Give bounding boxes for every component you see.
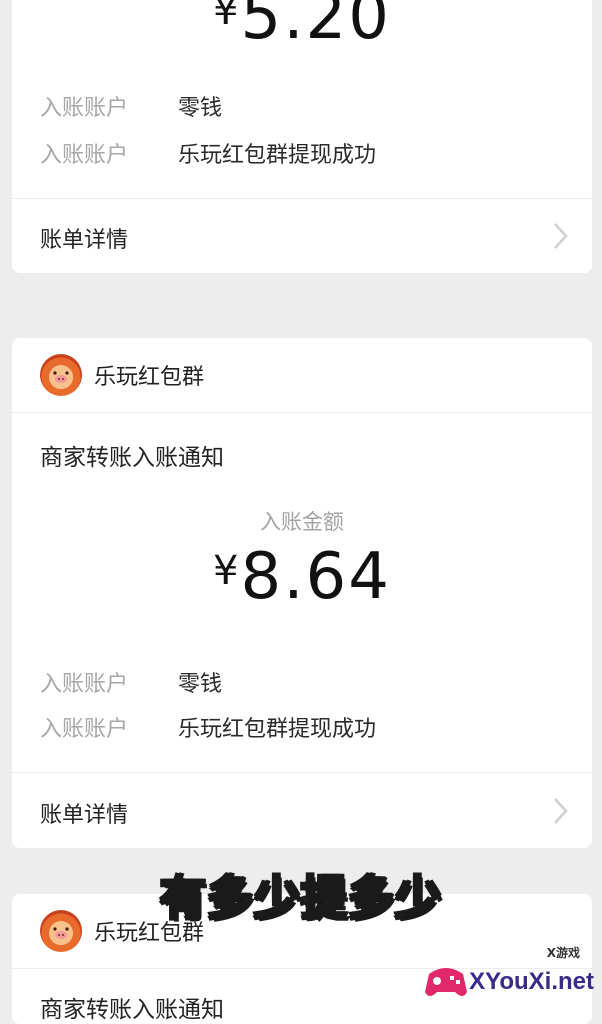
row-key: 入账账户: [40, 672, 129, 697]
currency-symbol: ¥: [213, 548, 239, 594]
avatar-pig-icon: [40, 354, 82, 396]
row-value: 乐玩红包群提现成功: [178, 717, 377, 742]
bill-detail-link[interactable]: 账单详情: [12, 773, 592, 848]
gamepad-logo-icon: [425, 968, 468, 996]
transfer-card-2: 乐玩红包群 商家转账入账通知 入账金额 ¥8.64 入账账户 零钱 入账账户 乐…: [12, 338, 592, 848]
info-row-account: 入账账户 零钱: [40, 90, 222, 122]
info-row-account: 入账账户 零钱: [40, 666, 222, 698]
row-value: 零钱: [178, 96, 223, 121]
info-row-remark: 入账账户 乐玩红包群提现成功: [40, 711, 376, 743]
amount-display: ¥5.20: [12, 0, 592, 54]
bill-detail-label: 账单详情: [40, 803, 129, 828]
currency-symbol: ¥: [213, 0, 239, 34]
sender-name: 乐玩红包群: [94, 365, 205, 390]
video-caption: 有多少提多少: [159, 870, 442, 926]
chevron-right-icon: [554, 798, 568, 824]
amount-display: ¥8.64: [12, 540, 592, 614]
row-value: 乐玩红包群提现成功: [178, 143, 377, 168]
chevron-right-icon: [554, 223, 568, 249]
notice-title: 商家转账入账通知: [40, 997, 224, 1023]
watermark-text: XYouXi.net: [469, 968, 594, 995]
info-row-remark: 入账账户 乐玩红包群提现成功: [40, 137, 376, 169]
amount-label: 入账金额: [260, 510, 344, 534]
amount-value: 5.20: [240, 0, 391, 54]
sender-row[interactable]: 乐玩红包群: [12, 338, 592, 413]
row-value: 零钱: [178, 672, 223, 697]
transfer-card-1: ¥5.20 入账账户 零钱 入账账户 乐玩红包群提现成功 账单详情: [12, 0, 592, 273]
row-key: 入账账户: [40, 143, 129, 168]
amount-value: 8.64: [240, 540, 391, 614]
notice-title: 商家转账入账通知: [40, 445, 224, 471]
watermark-small-text: X游戏: [546, 946, 580, 960]
row-key: 入账账户: [40, 96, 129, 121]
row-key: 入账账户: [40, 717, 129, 742]
bill-detail-link[interactable]: 账单详情: [12, 199, 592, 273]
bill-detail-label: 账单详情: [40, 228, 129, 253]
watermark: XYouXi.net X游戏: [423, 946, 594, 1002]
